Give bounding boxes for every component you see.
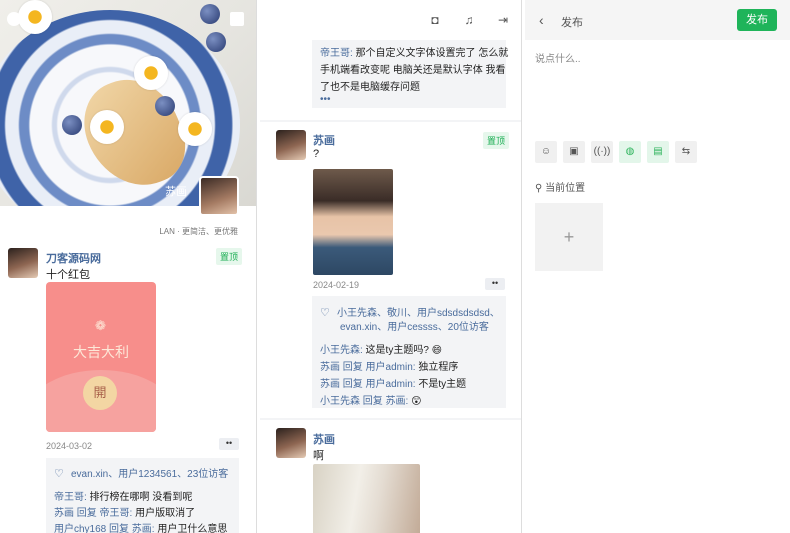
location-label: 当前位置 <box>545 183 586 194</box>
post-username[interactable]: 苏画 <box>313 132 335 148</box>
archive-icon[interactable]: ▣ <box>563 141 585 163</box>
avatar[interactable] <box>276 428 306 458</box>
flower-icon: ❁ <box>95 318 106 333</box>
post-text: 十个红包 <box>46 269 90 281</box>
comment-line[interactable]: 苏画 回复 用户admin: 不是ty主题 <box>320 375 466 390</box>
feed-post: 苏画 置顶 ? 2024-02-19 •• ♡ 小王先森、敬川、用户sdsdsds… <box>260 122 521 418</box>
comment-line: 了也不是电脑缓存问题 <box>320 82 420 93</box>
open-red-packet-button[interactable]: 開 <box>83 376 117 410</box>
location-pin-icon: ⚲ <box>535 183 543 194</box>
likes-row-continued: evan.xin、用户cessss、20位访客 <box>340 322 489 333</box>
likes-row: ♡ evan.xin、用户1234561、23位访客 <box>54 465 228 480</box>
chat-icon[interactable]: ◍ <box>619 141 641 163</box>
comment-box: 帝王哥: 那个自定义文字体设置完了 怎么就 手机端看改变呢 电脑关还是默认字体 … <box>312 40 508 108</box>
emoji-icon[interactable]: ☺ <box>535 141 557 163</box>
image-icon[interactable]: ▤ <box>647 141 669 163</box>
likes-row: ♡ 小王先森、敬川、用户sdsdsdsdsd、 <box>320 304 500 319</box>
red-packet-title: 大吉大利 <box>73 344 129 360</box>
comment-line: 手机端看改变呢 电脑关还是默认字体 我看 <box>320 65 506 76</box>
pinned-badge: 置顶 <box>216 248 243 265</box>
comment-line[interactable]: 苏画 回复 帝王哥: 用户版取消了 <box>54 504 195 519</box>
location-row[interactable]: ⚲ 当前位置 <box>535 179 585 194</box>
comment-box: ♡ evan.xin、用户1234561、23位访客 帝王哥: 排行榜在哪啊 没看… <box>46 458 239 533</box>
feed-post: 苏画 啊 <box>260 420 521 533</box>
comment-line[interactable]: 小王先森: 这是ty主题吗? 😄 <box>320 341 442 356</box>
daisy-decoration <box>178 112 212 146</box>
daisy-decoration <box>134 56 168 90</box>
feed-panel: ◘ ♫ ⇥ 帝王哥: 那个自定义文字体设置完了 怎么就 手机端看改变呢 电脑关还… <box>260 0 522 533</box>
back-icon[interactable]: ‹ <box>539 12 544 28</box>
compose-panel: ‹ 发布 发布 说点什么.. ☺ ▣ ((·)) ◍ ▤ ⇆ ⚲ 当前位置 + <box>525 0 790 533</box>
exit-icon[interactable]: ⇥ <box>496 13 510 27</box>
broadcast-icon[interactable]: ((·)) <box>591 141 613 163</box>
comment-line[interactable]: 帝王哥: 排行榜在哪啊 没看到呢 <box>54 488 192 503</box>
user-icon[interactable] <box>7 12 21 26</box>
feed-card: 帝王哥: 那个自定义文字体设置完了 怎么就 手机端看改变呢 电脑关还是默认字体 … <box>260 40 521 120</box>
more-button[interactable]: •• <box>485 278 505 290</box>
more-comments-button[interactable]: ••• <box>320 94 331 105</box>
camera-icon[interactable]: ◘ <box>428 13 442 27</box>
post-image[interactable] <box>313 169 393 275</box>
berry-decoration <box>206 32 226 52</box>
heart-icon[interactable]: ♡ <box>320 306 331 319</box>
daisy-decoration <box>18 0 52 34</box>
cover-username: 苏画 <box>165 186 187 198</box>
post-text: ? <box>313 148 320 160</box>
berry-decoration <box>200 4 220 24</box>
red-packet[interactable]: ❁ 大吉大利 開 <box>46 282 156 432</box>
berry-decoration <box>155 96 175 116</box>
exit-icon[interactable] <box>230 12 244 26</box>
comment-line[interactable]: 用户chy168 回复 苏画: 用户卫什么意思 <box>54 520 227 533</box>
bell-icon[interactable]: ♫ <box>462 13 476 27</box>
tagline: LAN · 更简洁、更优雅 <box>159 227 238 236</box>
avatar[interactable] <box>276 130 306 160</box>
top-bar: ◘ ♫ ⇥ <box>260 0 521 40</box>
pinned-badge: 置顶 <box>483 132 510 149</box>
profile-panel: 苏画 LAN · 更简洁、更优雅 刀客源码网 置顶 十个红包 ❁ 大吉大利 開 … <box>0 0 257 533</box>
heart-icon[interactable]: ♡ <box>54 467 65 480</box>
profile-avatar[interactable] <box>199 176 239 216</box>
compose-header: ‹ 发布 发布 <box>525 0 790 40</box>
more-button[interactable]: •• <box>219 438 239 450</box>
post-date: 2024-03-02 <box>46 441 93 451</box>
post-image[interactable] <box>313 464 420 533</box>
post-date: 2024-02-19 <box>313 280 360 290</box>
publish-button[interactable]: 发布 <box>737 9 777 31</box>
post-textarea[interactable]: 说点什么.. <box>535 50 581 65</box>
berry-decoration <box>62 115 82 135</box>
post-text: 啊 <box>313 450 324 462</box>
comment-box: ♡ 小王先森、敬川、用户sdsdsdsdsd、 evan.xin、用户cessss… <box>312 296 506 408</box>
comment-line[interactable]: 帝王哥: 那个自定义文字体设置完了 怎么就 <box>320 44 508 59</box>
avatar[interactable] <box>8 248 38 278</box>
likes-text: evan.xin、用户1234561、23位访客 <box>71 469 229 480</box>
daisy-decoration <box>90 110 124 144</box>
comment-line[interactable]: 小王先森 回复 苏画: 😲 <box>320 392 422 407</box>
post-username[interactable]: 苏画 <box>313 431 335 447</box>
swap-icon[interactable]: ⇆ <box>675 141 697 163</box>
compose-title: 发布 <box>561 17 583 29</box>
comment-line[interactable]: 苏画 回复 用户admin: 独立程序 <box>320 358 458 373</box>
add-media-button[interactable]: + <box>535 203 603 271</box>
post-username[interactable]: 刀客源码网 <box>46 250 101 266</box>
